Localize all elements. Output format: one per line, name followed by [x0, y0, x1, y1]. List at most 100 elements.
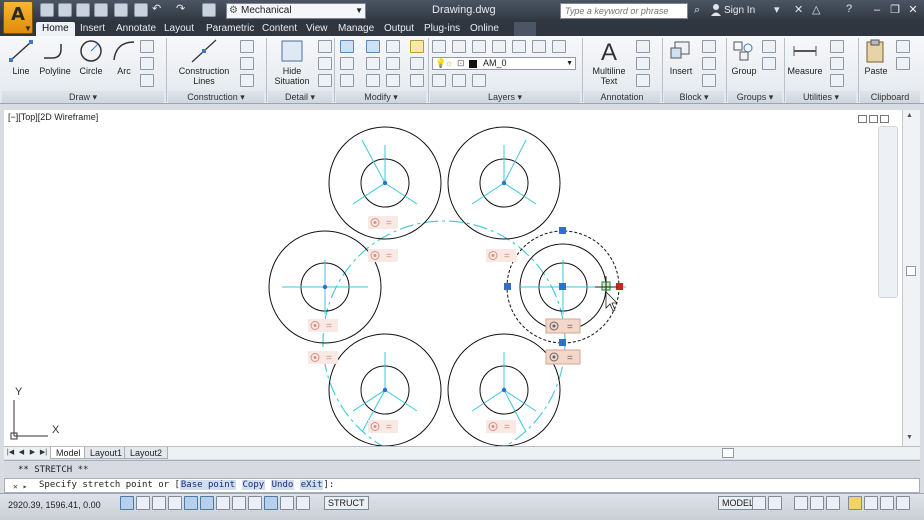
modify-tool-icon[interactable] [318, 57, 332, 70]
layer-tool-icon[interactable] [472, 74, 486, 87]
explode-icon[interactable] [410, 74, 424, 87]
subscription-icon[interactable]: △ [812, 3, 820, 16]
maximize-icon[interactable]: ❐ [886, 2, 904, 18]
circle-button[interactable]: Circle [76, 38, 106, 76]
tab-layout2[interactable]: Layout2 [124, 447, 169, 459]
paste-button[interactable]: Paste [862, 38, 890, 76]
copy-clip-icon[interactable] [896, 40, 910, 53]
scroll-up-icon[interactable]: ▲ [906, 112, 913, 119]
polyline-button[interactable]: Polyline [38, 38, 72, 76]
offset-icon[interactable] [386, 74, 400, 87]
rectangle-icon[interactable] [140, 57, 154, 70]
hatch-icon[interactable] [140, 74, 154, 87]
viewport-minimize-icon[interactable] [858, 115, 867, 123]
layer-properties-icon[interactable] [432, 40, 446, 53]
print-icon[interactable] [114, 3, 128, 17]
leader-icon[interactable] [636, 57, 650, 70]
construction-delete-icon[interactable] [240, 74, 254, 87]
layers-panel-title[interactable]: Layers ▾ [430, 91, 580, 103]
trim-icon[interactable] [386, 57, 400, 70]
struct-button[interactable]: STRUCT [324, 496, 369, 510]
help-icon[interactable]: ? [846, 3, 852, 15]
horizontal-scroll-thumb[interactable] [722, 448, 734, 458]
command-line-input[interactable]: ✕ ▸ Specify stretch point or [Base point… [4, 478, 920, 493]
layer-dropdown[interactable]: 💡 ☼ ⊡ AM_0 ▼ [432, 57, 576, 70]
layer-tool-icon[interactable] [472, 40, 486, 53]
modify-tool-icon[interactable] [318, 74, 332, 87]
cut-icon[interactable] [896, 57, 910, 70]
constraint-icon[interactable]: = [368, 420, 398, 433]
copy-icon[interactable] [340, 57, 354, 70]
measure-button[interactable]: Measure [786, 38, 824, 76]
workspace-select[interactable]: ⚙ Mechanical ▼ [226, 3, 366, 19]
option-copy[interactable]: Copy [241, 480, 266, 490]
coordinate-readout[interactable]: 2920.39, 1596.41, 0.00 [8, 500, 101, 510]
lock-ui-icon[interactable] [864, 496, 878, 510]
selection-cycling-icon[interactable] [296, 496, 310, 510]
array-icon[interactable] [386, 40, 400, 53]
viewport-restore-icon[interactable] [869, 115, 878, 123]
dropdown-arrow-icon[interactable]: ▾ [774, 3, 780, 16]
tab-home[interactable]: Home [36, 22, 75, 36]
block-edit-icon[interactable] [702, 57, 716, 70]
close-icon[interactable]: ✕ [904, 2, 922, 18]
lineweight-icon[interactable] [248, 496, 262, 510]
constraint-icon[interactable]: = [308, 351, 338, 364]
tab-layout1[interactable]: Layout1 [84, 447, 129, 459]
quick-properties-icon[interactable] [280, 496, 294, 510]
next-tab-icon[interactable]: ▶ [28, 448, 37, 458]
modify-tool-icon[interactable] [318, 40, 332, 53]
tab-layout[interactable]: Layout [158, 22, 200, 36]
minimize-icon[interactable]: ‒ [868, 2, 886, 18]
hide-situation-button[interactable]: Hide Situation [272, 38, 312, 86]
zoom-icon[interactable] [810, 496, 824, 510]
drawing-viewport[interactable]: = = = = = = = = = [−][Top][2D Wireframe]… [4, 110, 902, 446]
group-button[interactable]: Group [730, 38, 758, 76]
application-menu-button[interactable]: A ▼ [3, 1, 33, 34]
ortho-mode-icon[interactable] [152, 496, 166, 510]
tab-insert[interactable]: Insert [74, 22, 111, 36]
insert-block-button[interactable]: Insert [666, 38, 696, 76]
utility-icon[interactable] [830, 40, 844, 53]
save-as-icon[interactable] [94, 3, 108, 17]
table-icon[interactable] [636, 74, 650, 87]
modify-panel-title[interactable]: Modify ▾ [336, 91, 426, 103]
open-file-icon[interactable] [58, 3, 72, 17]
transparency-icon[interactable] [264, 496, 278, 510]
layer-tool-icon[interactable] [452, 74, 466, 87]
command-line-close-icon[interactable]: ✕ ▸ [13, 480, 27, 493]
constraint-icon[interactable]: = [308, 319, 338, 332]
pitch-circle[interactable] [322, 220, 566, 446]
clean-screen-icon[interactable] [896, 496, 910, 510]
construction-grid-icon[interactable] [240, 57, 254, 70]
arc-button[interactable]: Arc [110, 38, 138, 76]
block-attribute-icon[interactable] [702, 74, 716, 87]
construction-circle-icon[interactable] [240, 40, 254, 53]
option-base-point[interactable]: Base point [179, 480, 237, 490]
utilities-panel-title[interactable]: Utilities ▾ [786, 91, 856, 103]
last-tab-icon[interactable]: ▶| [39, 448, 48, 458]
redo-icon[interactable]: ↷ [176, 3, 190, 17]
rotate-icon[interactable] [366, 40, 380, 53]
pan-icon[interactable] [794, 496, 808, 510]
drawing-canvas[interactable]: = = = = = = = = = [4, 110, 902, 446]
constraint-icon-highlighted[interactable]: = [545, 349, 581, 365]
prev-tab-icon[interactable]: ◀ [17, 448, 26, 458]
draw-tool-icon[interactable] [140, 40, 154, 53]
constraint-icon[interactable]: = [486, 249, 516, 262]
scroll-down-icon[interactable]: ▼ [906, 434, 913, 441]
tab-model[interactable]: Model [50, 447, 87, 459]
move-icon[interactable] [340, 40, 354, 53]
layer-tool-icon[interactable] [432, 74, 446, 87]
polar-tracking-icon[interactable] [168, 496, 182, 510]
isolate-objects-icon[interactable] [880, 496, 894, 510]
multiline-text-button[interactable]: A Multiline Text [588, 38, 630, 86]
construction-panel-title[interactable]: Construction ▾ [168, 91, 264, 103]
dynamic-input-icon[interactable] [232, 496, 246, 510]
detail-panel-title[interactable]: Detail ▾ [268, 91, 332, 103]
binoculars-icon[interactable]: ⌕ [694, 4, 700, 17]
constraint-icon-highlighted[interactable]: = [545, 318, 581, 334]
quick-view-layouts-icon[interactable] [752, 496, 766, 510]
viewport-close-icon[interactable] [880, 115, 889, 123]
line-button[interactable]: Line [6, 38, 36, 76]
